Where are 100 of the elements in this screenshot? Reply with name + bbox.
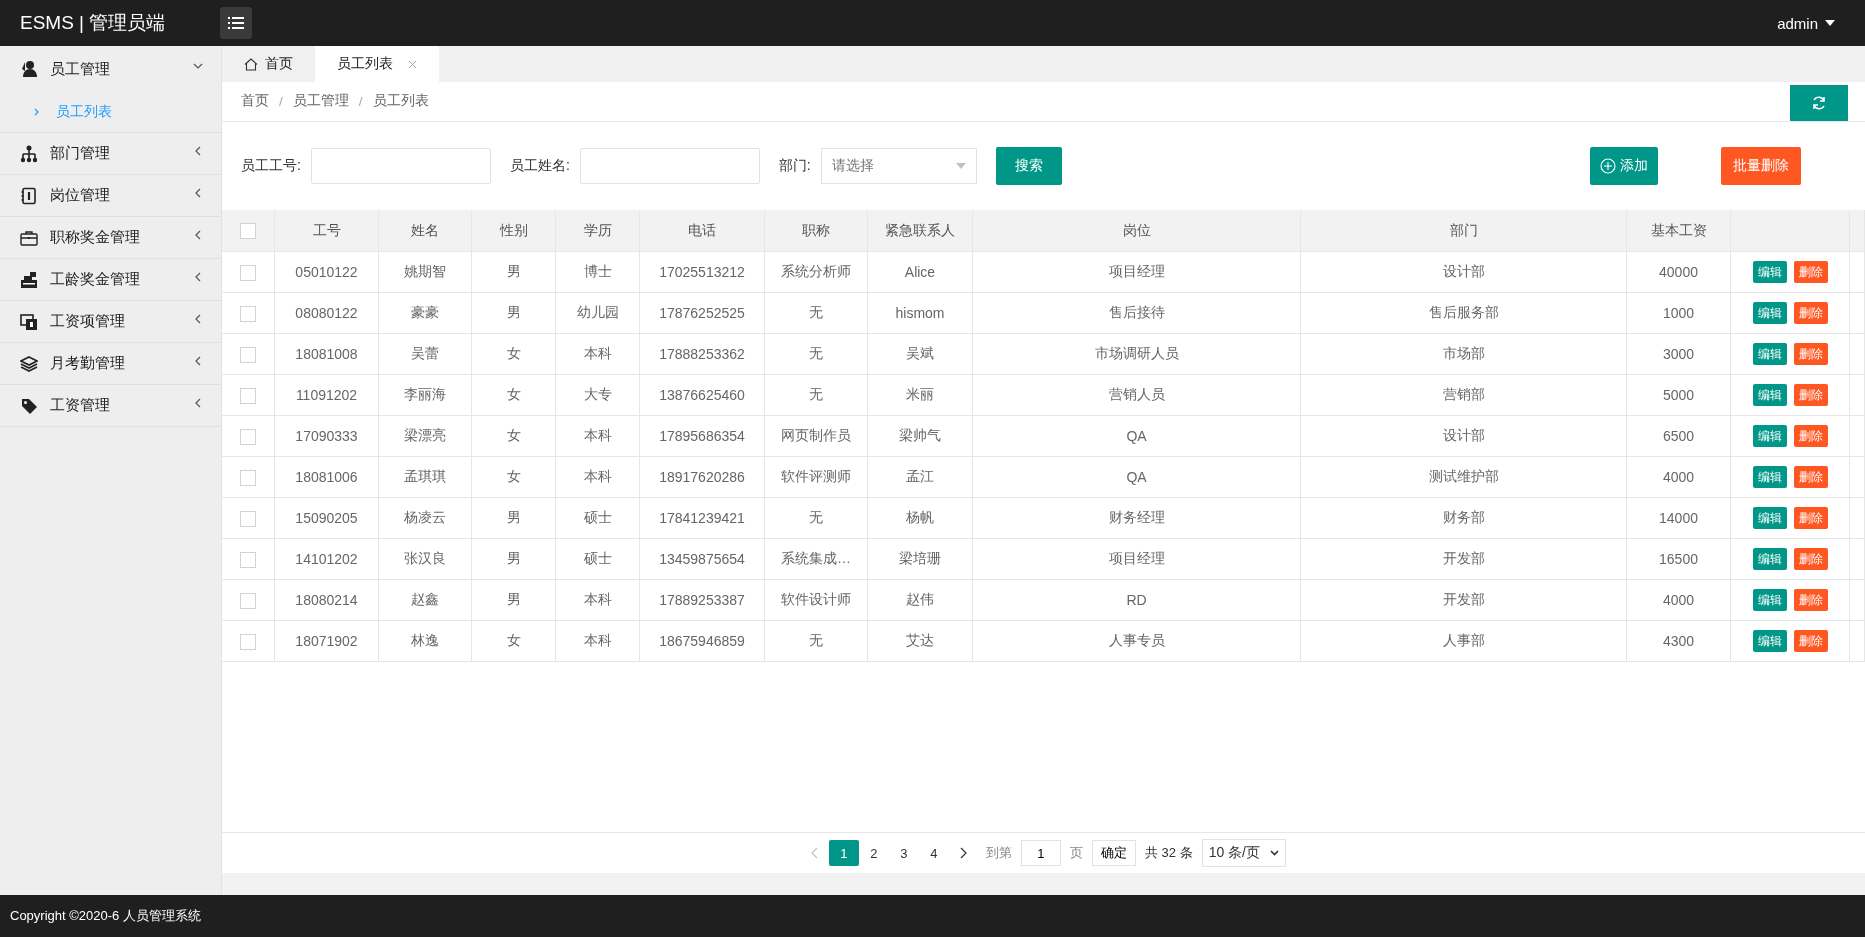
table-cell: 项目经理 <box>972 538 1301 580</box>
checkbox[interactable] <box>240 428 256 445</box>
table-cell: 艾达 <box>867 620 973 662</box>
page-button[interactable]: 2 <box>858 840 889 866</box>
next-page-icon[interactable] <box>958 847 967 859</box>
input-field[interactable] <box>579 148 760 184</box>
checkbox[interactable] <box>240 264 256 281</box>
table-cell: 售后服务部 <box>1300 292 1627 334</box>
edit-button[interactable]: 编辑 <box>1752 548 1787 570</box>
delete-button[interactable]: 删除 <box>1793 630 1828 652</box>
layers-icon <box>20 354 38 373</box>
sidebar-subitem[interactable]: 员工列表 <box>0 92 221 132</box>
column-header: 岗位 <box>972 210 1301 252</box>
delete-button[interactable]: 删除 <box>1793 261 1828 283</box>
table-cell: 开发部 <box>1300 538 1627 580</box>
breadcrumb-separator: / <box>358 93 363 109</box>
breadcrumb-link[interactable]: 首页 <box>241 92 269 110</box>
table-cell: 李丽海 <box>378 374 472 416</box>
column-header: 职称 <box>764 210 868 252</box>
batch-delete-button[interactable]: 批量删除 <box>1721 147 1801 185</box>
table-cell: 本科 <box>555 579 640 621</box>
page-number-field[interactable]: 1 <box>1020 840 1061 866</box>
table-cell: 13876625460 <box>639 374 765 416</box>
table-cell: 男 <box>471 251 556 293</box>
edit-button[interactable]: 编辑 <box>1752 384 1787 406</box>
home-icon <box>244 57 258 71</box>
page-button[interactable]: 4 <box>918 840 949 866</box>
checkbox[interactable] <box>240 346 256 363</box>
close-icon[interactable] <box>408 59 417 69</box>
breadcrumb-link[interactable]: 员工列表 <box>372 92 429 110</box>
checkbox[interactable] <box>240 510 256 527</box>
table-cell: 17889253387 <box>639 579 765 621</box>
table-cell: 系统分析师 <box>764 251 868 293</box>
refresh-button[interactable] <box>1790 85 1848 121</box>
field-label: 员工姓名: <box>509 157 570 175</box>
checkbox[interactable] <box>240 592 256 609</box>
edit-button[interactable]: 编辑 <box>1752 507 1787 529</box>
sidebar-item[interactable]: 岗位管理 <box>0 175 221 216</box>
add-button[interactable]: 添加 <box>1590 147 1658 185</box>
table-cell: 林逸 <box>378 620 472 662</box>
department-select[interactable]: 请选择 <box>820 148 977 184</box>
table-cell: 硕士 <box>555 538 640 580</box>
column-header: 姓名 <box>378 210 472 252</box>
table-cell: 17888253362 <box>639 333 765 375</box>
page-button[interactable]: 3 <box>888 840 919 866</box>
delete-button[interactable]: 删除 <box>1793 589 1828 611</box>
tab[interactable]: 首页 <box>222 46 315 82</box>
checkbox[interactable] <box>240 551 256 568</box>
table-cell: 孟江 <box>867 456 973 498</box>
delete-button[interactable]: 删除 <box>1793 507 1828 529</box>
delete-button[interactable]: 删除 <box>1793 425 1828 447</box>
sidebar-item[interactable]: 员工管理 <box>0 46 221 92</box>
edit-button[interactable]: 编辑 <box>1752 630 1787 652</box>
edit-button[interactable]: 编辑 <box>1752 261 1787 283</box>
search-button[interactable]: 搜索 <box>995 147 1062 185</box>
table-cell: 张汉良 <box>378 538 472 580</box>
delete-button[interactable]: 删除 <box>1793 343 1828 365</box>
sidebar-item[interactable]: 工龄奖金管理 <box>0 259 221 300</box>
checkbox[interactable] <box>240 223 256 240</box>
delete-button[interactable]: 删除 <box>1793 302 1828 324</box>
breadcrumb-link[interactable]: 员工管理 <box>292 92 349 110</box>
column-header: 性别 <box>471 210 556 252</box>
table-cell: RD <box>972 579 1301 621</box>
table-cell: 11091202 <box>274 374 379 416</box>
checkbox[interactable] <box>240 633 256 650</box>
delete-button[interactable]: 删除 <box>1793 548 1828 570</box>
sidebar-item[interactable]: 职称奖金管理 <box>0 217 221 258</box>
sidebar-item[interactable]: 工资项管理 <box>0 301 221 342</box>
edit-button[interactable]: 编辑 <box>1752 425 1787 447</box>
user-menu[interactable]: admin <box>1771 13 1841 33</box>
table-cell: 本科 <box>555 620 640 662</box>
table-cell: 项目经理 <box>972 251 1301 293</box>
delete-button[interactable]: 删除 <box>1793 466 1828 488</box>
menu-button[interactable] <box>220 7 252 39</box>
badge-icon <box>20 186 38 205</box>
checkbox[interactable] <box>240 305 256 322</box>
checkbox[interactable] <box>240 469 256 486</box>
table-cell: 6500 <box>1626 415 1731 457</box>
input-field[interactable] <box>310 148 491 184</box>
table-cell: 测试维护部 <box>1300 456 1627 498</box>
table-cell: 吴蕾 <box>378 333 472 375</box>
table-cell: 17090333 <box>274 415 379 457</box>
page-size-select[interactable]: 10 条/页 <box>1201 839 1286 867</box>
edit-button[interactable]: 编辑 <box>1752 302 1787 324</box>
checkbox[interactable] <box>240 387 256 404</box>
table-cell: 姚期智 <box>378 251 472 293</box>
sidebar-item[interactable]: 月考勤管理 <box>0 343 221 384</box>
edit-button[interactable]: 编辑 <box>1752 466 1787 488</box>
field-label: 员工工号: <box>241 157 301 175</box>
edit-button[interactable]: 编辑 <box>1752 589 1787 611</box>
delete-button[interactable]: 删除 <box>1793 384 1828 406</box>
sidebar-item[interactable]: 部门管理 <box>0 133 221 174</box>
page-button[interactable]: 1 <box>828 840 859 866</box>
edit-button[interactable]: 编辑 <box>1752 343 1787 365</box>
table-cell: 14000 <box>1626 497 1731 539</box>
column-header: 学历 <box>555 210 640 252</box>
tab[interactable]: 员工列表 <box>315 46 439 82</box>
table-cell: 杨帆 <box>867 497 973 539</box>
sidebar-item[interactable]: 工资管理 <box>0 385 221 426</box>
confirm-button[interactable]: 确定 <box>1091 840 1136 866</box>
